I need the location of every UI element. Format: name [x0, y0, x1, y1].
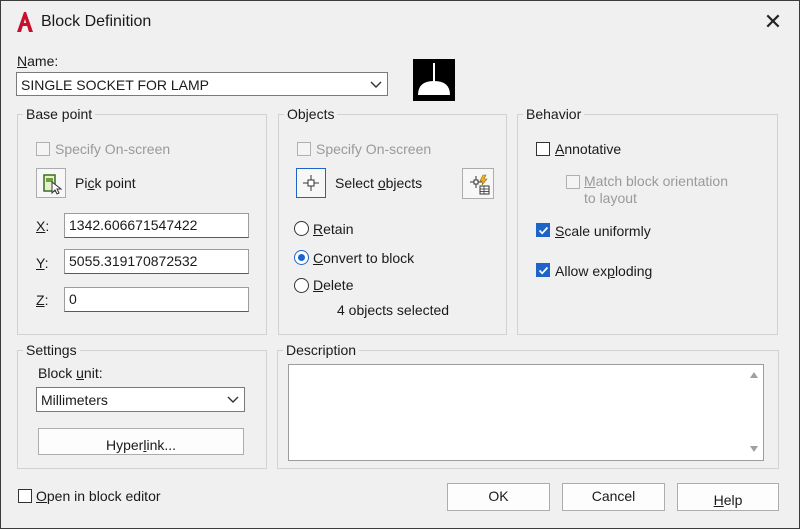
name-label: Name:	[17, 53, 59, 69]
block-unit-value: Millimeters	[41, 392, 108, 408]
hyperlink-button[interactable]: Hyperlink...	[38, 428, 244, 455]
name-value: SINGLE SOCKET FOR LAMP	[21, 77, 210, 93]
z-label: Z:	[36, 292, 49, 308]
retain-label: Retain	[313, 221, 354, 237]
description-textarea[interactable]	[288, 364, 764, 461]
z-value: 0	[69, 291, 77, 307]
scroll-down-icon[interactable]	[749, 445, 759, 453]
annotative-label: Annotative	[555, 141, 622, 157]
chevron-down-icon	[227, 396, 239, 403]
name-combobox[interactable]: SINGLE SOCKET FOR LAMP	[16, 72, 388, 96]
match-orientation-label-line2: to layout	[584, 190, 637, 206]
y-value: 5055.319170872532	[69, 253, 198, 269]
retain-radio[interactable]	[294, 221, 309, 236]
match-orientation-checkbox[interactable]	[566, 175, 580, 189]
open-in-block-editor-label: Open in block editor	[36, 488, 161, 504]
scroll-up-icon[interactable]	[749, 371, 759, 379]
convert-to-block-label: Convert to block	[313, 250, 415, 266]
delete-radio[interactable]	[294, 278, 309, 293]
base-specify-onscreen-label: Specify On-screen	[55, 141, 171, 157]
open-in-block-editor-checkbox[interactable]	[18, 489, 32, 503]
x-value: 1342.606671547422	[69, 217, 198, 233]
convert-to-block-radio[interactable]	[294, 250, 309, 265]
select-objects-label: Select objects	[335, 175, 423, 191]
cancel-button[interactable]: Cancel	[562, 483, 665, 511]
x-label: X:	[36, 218, 50, 234]
description-scrollbar[interactable]	[745, 365, 763, 460]
window-title: Block Definition	[41, 13, 152, 30]
autocad-logo-icon	[17, 12, 33, 32]
select-objects-icon	[303, 175, 319, 191]
quick-select-button[interactable]	[462, 168, 494, 199]
allow-exploding-label: Allow exploding	[555, 263, 653, 279]
delete-label: Delete	[313, 277, 354, 293]
scale-uniformly-checkbox[interactable]	[536, 223, 550, 237]
block-unit-select[interactable]: Millimeters	[36, 387, 245, 412]
checkmark-icon	[538, 266, 549, 275]
behavior-label: Behavior	[523, 106, 585, 122]
y-coordinate-field[interactable]: 5055.319170872532	[64, 249, 249, 274]
chevron-down-icon	[370, 81, 382, 88]
base-specify-onscreen-checkbox[interactable]	[36, 142, 50, 156]
base-point-label: Base point	[23, 106, 96, 122]
x-coordinate-field[interactable]: 1342.606671547422	[64, 213, 249, 238]
objects-specify-onscreen-label: Specify On-screen	[316, 141, 432, 157]
pick-point-icon	[43, 174, 62, 195]
y-label: Y:	[36, 255, 49, 271]
annotative-checkbox[interactable]	[536, 142, 550, 156]
ok-button[interactable]: OK	[447, 483, 550, 511]
close-icon[interactable]: ✕	[759, 9, 787, 35]
description-label: Description	[283, 342, 360, 358]
checkmark-icon	[538, 226, 549, 235]
pick-point-button[interactable]	[36, 168, 66, 198]
help-button[interactable]: Help	[677, 483, 779, 511]
select-objects-button[interactable]	[296, 168, 326, 198]
block-preview-icon	[413, 59, 455, 101]
objects-specify-onscreen-checkbox[interactable]	[297, 142, 311, 156]
block-unit-label: Block unit:	[38, 365, 103, 381]
scale-uniformly-label: Scale uniformly	[555, 223, 651, 239]
block-definition-dialog: Block Definition ✕ Name: SINGLE SOCKET F…	[0, 0, 800, 529]
z-coordinate-field[interactable]: 0	[64, 287, 249, 312]
match-orientation-label: Match block orientation	[584, 173, 728, 189]
pick-point-label: Pick point	[75, 175, 136, 191]
objects-selected-count: 4 objects selected	[337, 302, 450, 318]
quick-select-icon	[470, 174, 490, 195]
allow-exploding-checkbox[interactable]	[536, 263, 550, 277]
settings-label: Settings	[23, 342, 80, 358]
objects-label: Objects	[284, 106, 338, 122]
